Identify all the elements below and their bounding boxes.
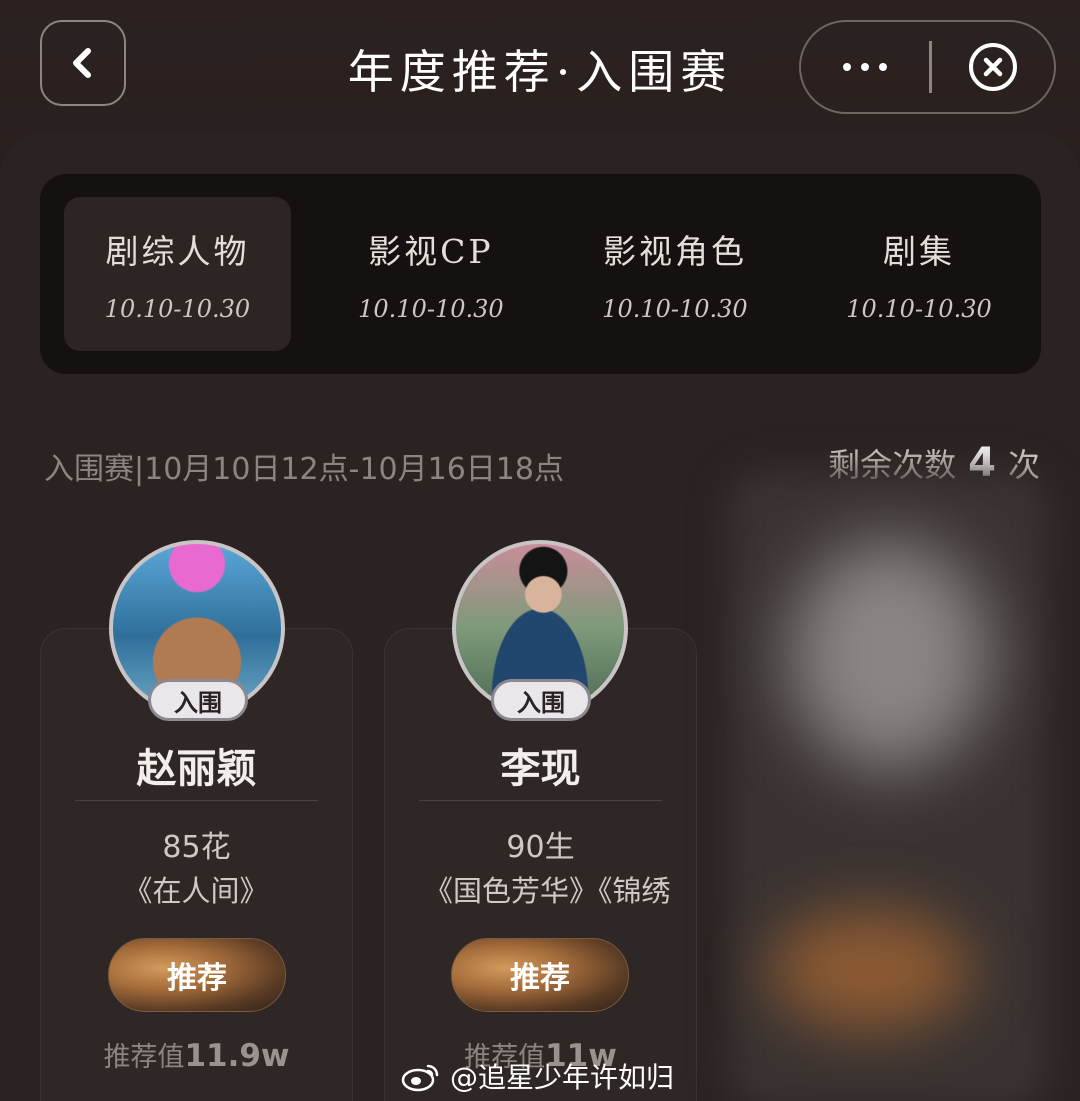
tab-date: 10.10-10.30 — [358, 295, 504, 323]
blurred-recommend-button — [770, 910, 970, 1030]
divider — [419, 800, 662, 801]
candidate-name: 赵丽颖 — [136, 746, 257, 792]
watermark: @追星少年许如归 — [400, 1056, 674, 1096]
candidate-tag: 85花 — [162, 830, 231, 865]
tab-label: 剧综人物 — [105, 232, 250, 271]
divider — [75, 800, 318, 801]
round-info: 入围赛|10月10日12点-10月16日18点 — [44, 452, 564, 487]
tab-date: 10.10-10.30 — [846, 295, 992, 323]
watermark-text: @追星少年许如归 — [450, 1061, 675, 1094]
tab-drama-series[interactable]: 剧集 10.10-10.30 — [797, 197, 1041, 351]
candidate-tag: 90生 — [506, 830, 575, 865]
status-badge: 入围 — [148, 679, 248, 721]
tab-label: 剧集 — [882, 232, 955, 271]
tab-film-cp[interactable]: 影视CP 10.10-10.30 — [309, 197, 553, 351]
recommend-value: 推荐值11.9w — [40, 1035, 353, 1074]
status-badge: 入围 — [491, 679, 591, 721]
mini-program-capsule — [799, 20, 1056, 114]
recommend-button[interactable]: 推荐 — [108, 938, 286, 1012]
candidate-works: 《在人间》 — [123, 874, 269, 908]
category-tabs: 剧综人物 10.10-10.30 影视CP 10.10-10.30 影视角色 1… — [40, 174, 1041, 374]
blurred-avatar — [790, 540, 990, 770]
tab-film-role[interactable]: 影视角色 10.10-10.30 — [553, 197, 797, 351]
recommend-value-number: 11.9w — [184, 1038, 290, 1074]
candidate-name: 李现 — [500, 746, 581, 792]
tab-date: 10.10-10.30 — [602, 295, 748, 323]
more-button[interactable] — [801, 22, 929, 112]
tab-date: 10.10-10.30 — [104, 295, 251, 323]
candidate-works: 《国色芳华》《锦绣 — [424, 874, 671, 908]
recommend-value-label: 推荐值 — [103, 1042, 185, 1073]
tab-label: 影视CP — [368, 232, 494, 271]
close-button[interactable] — [932, 22, 1054, 112]
page: 年度推荐·入围赛 剧综人物 10.10-10.30 影视CP 10.10-10.… — [0, 0, 1080, 1101]
close-circle-icon — [969, 43, 1017, 91]
recommend-button[interactable]: 推荐 — [451, 938, 629, 1012]
tab-drama-variety-person[interactable]: 剧综人物 10.10-10.30 — [64, 197, 291, 351]
more-horizontal-icon — [843, 63, 851, 71]
weibo-icon — [401, 1064, 439, 1092]
tab-label: 影视角色 — [602, 232, 747, 271]
